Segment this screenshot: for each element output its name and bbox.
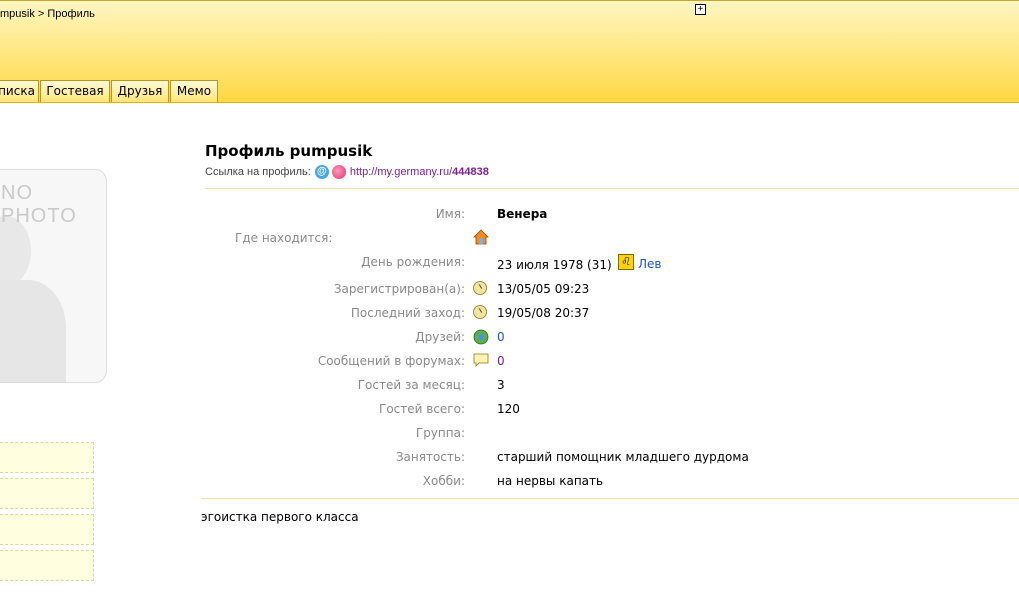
divider [205, 188, 1019, 189]
label-birthday: День рождения: [361, 255, 465, 269]
globe-people-icon [473, 329, 489, 345]
label-guests-total: Гостей всего: [379, 402, 465, 416]
divider [201, 498, 1019, 499]
no-photo-label: NO PHOTO [1, 182, 77, 227]
value-forum-posts-link[interactable]: 0 [497, 354, 505, 368]
clock-icon [473, 305, 487, 319]
profile-link-row: Ссылка на профиль: @ http://my.germany.r… [205, 165, 489, 179]
value-friends-link[interactable]: 0 [497, 330, 505, 344]
label-last-visit: Последний заход: [350, 306, 465, 320]
tab-friends[interactable]: Друзья [111, 80, 169, 102]
value-guests-month: 3 [497, 378, 505, 392]
value-last-visit: 19/05/08 20:37 [497, 306, 590, 320]
tab-guestbook[interactable]: Гостевая [40, 80, 110, 102]
at-icon[interactable]: @ [314, 165, 329, 179]
label-group: Группа: [415, 426, 465, 440]
speech-bubble-icon [473, 353, 489, 367]
side-box [0, 478, 94, 509]
tab-podpiska[interactable]: писка [0, 80, 39, 102]
value-hobby: на нервы капать [497, 474, 604, 488]
label-hobby: Хобби: [422, 474, 465, 488]
profile-url-prefix: http://my.germany.ru/ [349, 166, 453, 178]
about-text: эгоистка первого класса [201, 510, 359, 524]
label-registered: Зарегистрирован(а): [333, 282, 465, 296]
label-name: Имя: [435, 207, 465, 221]
profile-url-id: 444838 [452, 166, 489, 178]
breadcrumb[interactable]: mpusik > Профиль [0, 8, 95, 20]
page-title: Профиль pumpusik [205, 142, 373, 160]
side-box [0, 550, 94, 581]
label-guests-month: Гостей за месяц: [357, 378, 465, 392]
profile-link-label: Ссылка на профиль: [205, 166, 311, 178]
profile-url-link[interactable]: http://my.germany.ru/444838 [350, 166, 489, 178]
label-forum-posts: Сообщений в форумах: [317, 354, 465, 368]
leo-zodiac-icon: ♌ [618, 254, 634, 270]
duck-icon[interactable] [331, 165, 346, 179]
label-friends: Друзей: [415, 330, 465, 344]
zodiac-link[interactable]: Лев [638, 257, 661, 271]
value-occupation: старший помощник младшего дурдома [497, 450, 749, 464]
house-icon [473, 229, 489, 245]
plus-box-icon[interactable]: + [695, 4, 706, 15]
value-guests-total: 120 [497, 402, 520, 416]
side-box [0, 514, 94, 545]
label-occupation: Занятость: [395, 450, 465, 464]
label-location: Где находится: [235, 231, 333, 245]
silhouette-body [0, 280, 66, 382]
header-bar: mpusik > Профиль + писка Гостевая Друзья… [0, 0, 1019, 103]
value-birthday: 23 июля 1978 (31) [497, 258, 612, 272]
value-registered: 13/05/05 09:23 [497, 282, 590, 296]
clock-icon [473, 281, 487, 295]
side-box [0, 442, 94, 473]
value-name: Венера [497, 207, 548, 221]
profile-photo-placeholder: NO PHOTO [0, 169, 107, 383]
tab-memo[interactable]: Мемо [170, 80, 218, 102]
